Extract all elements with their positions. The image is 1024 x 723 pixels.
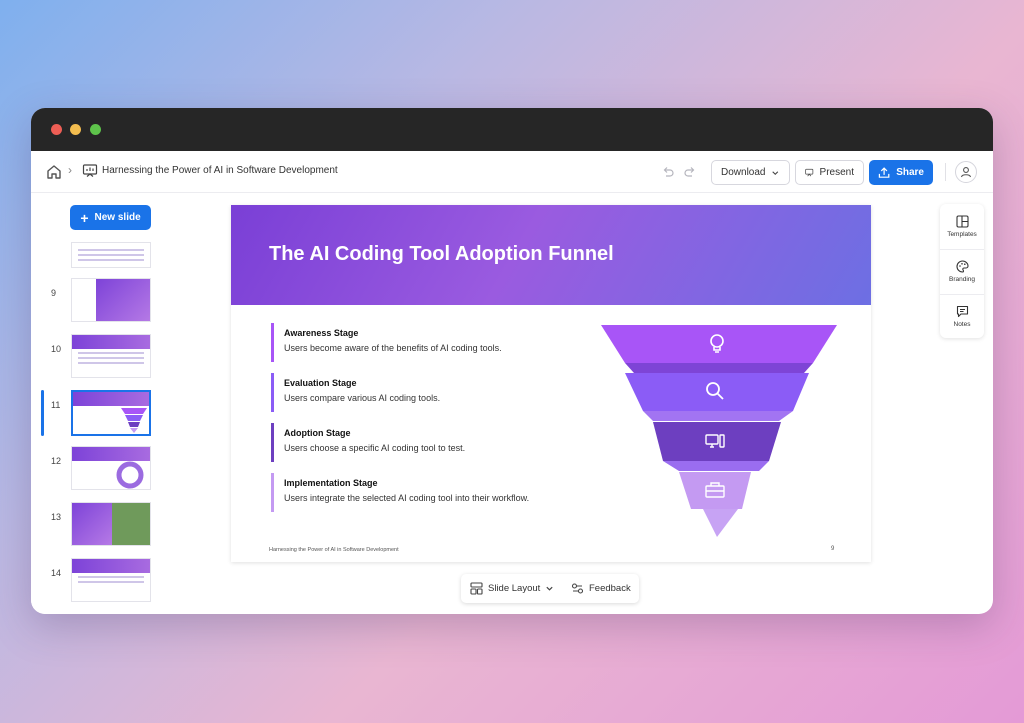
slide-number: 11 bbox=[51, 400, 61, 410]
notes-icon bbox=[956, 305, 968, 318]
slide-layout-button[interactable]: Slide Layout bbox=[470, 574, 554, 603]
templates-label: Templates bbox=[947, 230, 977, 238]
slide-thumbnail[interactable] bbox=[71, 334, 151, 378]
stage-title: Evaluation Stage bbox=[284, 378, 357, 388]
download-label: Download bbox=[721, 167, 766, 178]
chevron-down-icon bbox=[546, 586, 553, 591]
slide-footer: Harnessing the Power of AI in Software D… bbox=[269, 547, 399, 553]
active-slide-indicator bbox=[41, 390, 44, 436]
minimize-window-button[interactable] bbox=[70, 124, 81, 135]
slide-thumbnail[interactable] bbox=[71, 558, 151, 602]
stage-description: Users compare various AI coding tools. bbox=[284, 393, 441, 403]
bottom-action-bar: Slide Layout Feedback bbox=[461, 574, 639, 603]
right-tool-panel: Templates Branding Notes bbox=[940, 204, 984, 338]
download-button[interactable]: Download bbox=[711, 160, 790, 185]
slide-title[interactable]: The AI Coding Tool Adoption Funnel bbox=[269, 243, 614, 266]
title-bar bbox=[31, 108, 993, 151]
slide-thumbnail[interactable] bbox=[71, 502, 151, 546]
stage-description: Users choose a specific AI coding tool t… bbox=[284, 443, 466, 453]
stage-title: Implementation Stage bbox=[284, 478, 378, 488]
slide-number: 13 bbox=[51, 512, 62, 522]
stage-item[interactable]: Adoption Stage Users choose a specific A… bbox=[271, 423, 571, 462]
funnel-segment-evaluation bbox=[625, 373, 809, 411]
templates-button[interactable]: Templates bbox=[940, 204, 984, 248]
slide-thumbnail[interactable] bbox=[71, 242, 151, 268]
stage-bar bbox=[271, 423, 274, 462]
funnel-segment-awareness bbox=[601, 325, 837, 363]
home-icon[interactable] bbox=[45, 163, 63, 181]
stage-item[interactable]: Evaluation Stage Users compare various A… bbox=[271, 373, 571, 412]
feedback-button[interactable]: Feedback bbox=[571, 574, 631, 603]
redo-icon[interactable] bbox=[683, 165, 697, 179]
close-window-button[interactable] bbox=[51, 124, 62, 135]
maximize-window-button[interactable] bbox=[90, 124, 101, 135]
slide-number: 12 bbox=[51, 456, 62, 466]
share-label: Share bbox=[896, 167, 924, 178]
funnel-connector bbox=[625, 363, 813, 373]
document-title[interactable]: Harnessing the Power of AI in Software D… bbox=[102, 165, 338, 176]
new-slide-button[interactable]: + New slide bbox=[70, 205, 151, 230]
slide-thumbnail[interactable] bbox=[71, 446, 151, 490]
palette-icon bbox=[956, 260, 969, 273]
new-slide-label: New slide bbox=[94, 212, 141, 223]
slide-thumbnail-active[interactable] bbox=[71, 390, 151, 436]
layout-icon bbox=[470, 582, 483, 595]
stage-title: Adoption Stage bbox=[284, 428, 351, 438]
stage-item[interactable]: Implementation Stage Users integrate the… bbox=[271, 473, 571, 512]
slide-sidebar: + New slide 9 10 11 12 13 14 bbox=[31, 194, 221, 614]
avatar[interactable] bbox=[955, 161, 977, 183]
slide-canvas[interactable]: The AI Coding Tool Adoption Funnel Aware… bbox=[231, 205, 871, 562]
presentation-icon bbox=[82, 164, 98, 177]
stage-bar bbox=[271, 373, 274, 412]
breadcrumb-separator: › bbox=[68, 163, 72, 177]
share-button[interactable]: Share bbox=[869, 160, 933, 185]
feedback-icon bbox=[571, 583, 584, 594]
slide-header: The AI Coding Tool Adoption Funnel bbox=[231, 205, 871, 305]
user-icon bbox=[960, 167, 972, 178]
slide-thumbnail[interactable] bbox=[71, 278, 151, 322]
stage-description: Users become aware of the benefits of AI… bbox=[284, 343, 502, 353]
app-window: › Harnessing the Power of AI in Software… bbox=[31, 108, 993, 614]
plus-icon: + bbox=[80, 209, 89, 226]
stage-description: Users integrate the selected AI coding t… bbox=[284, 493, 530, 503]
funnel-segment-adoption bbox=[653, 422, 781, 461]
upload-icon bbox=[878, 167, 890, 178]
stage-item[interactable]: Awareness Stage Users become aware of th… bbox=[271, 323, 571, 362]
undo-icon[interactable] bbox=[661, 165, 675, 179]
present-icon bbox=[805, 168, 814, 177]
top-toolbar: › Harnessing the Power of AI in Software… bbox=[31, 151, 993, 193]
funnel-connector bbox=[643, 411, 793, 421]
present-label: Present bbox=[819, 167, 854, 178]
toolbar-divider bbox=[945, 163, 946, 181]
slide-page-number: 9 bbox=[831, 546, 835, 552]
stage-title: Awareness Stage bbox=[284, 328, 359, 338]
stage-bar bbox=[271, 473, 274, 512]
adoption-funnel[interactable] bbox=[599, 323, 839, 543]
funnel-tip bbox=[703, 509, 738, 537]
branding-button[interactable]: Branding bbox=[940, 249, 984, 293]
present-button[interactable]: Present bbox=[795, 160, 864, 185]
slide-number: 9 bbox=[51, 288, 57, 298]
funnel-connector bbox=[663, 461, 769, 471]
notes-label: Notes bbox=[953, 321, 971, 328]
slide-number: 14 bbox=[51, 568, 62, 578]
feedback-label: Feedback bbox=[589, 583, 631, 594]
notes-button[interactable]: Notes bbox=[940, 294, 984, 338]
slide-layout-label: Slide Layout bbox=[488, 583, 541, 594]
branding-label: Branding bbox=[948, 276, 976, 283]
chevron-down-icon bbox=[772, 170, 779, 175]
slide-number: 10 bbox=[51, 344, 62, 354]
stage-bar bbox=[271, 323, 274, 362]
templates-icon bbox=[955, 214, 969, 228]
